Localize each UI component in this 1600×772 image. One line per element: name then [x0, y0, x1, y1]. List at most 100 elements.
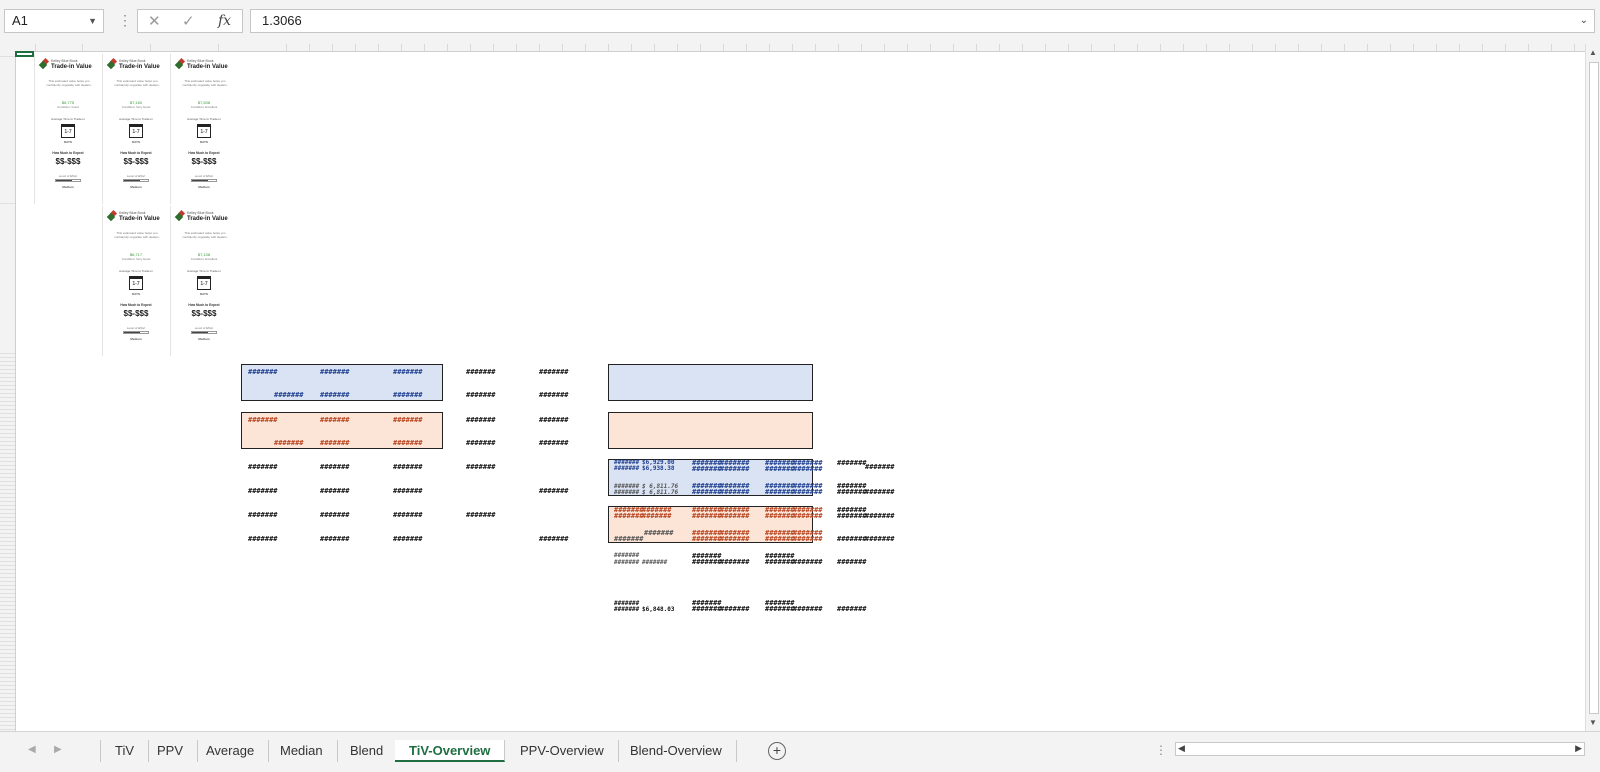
sheet-tab[interactable]: Blend-Overview [616, 740, 737, 762]
card-effort-label: Level of Effort [58, 174, 78, 178]
row-divider [0, 517, 15, 518]
vertical-scrollbar[interactable]: ▲ ▼ [1585, 44, 1600, 731]
cell-value: ####### [393, 368, 423, 376]
column-divider [1068, 44, 1069, 51]
next-sheet-icon[interactable]: ▶ [54, 744, 62, 755]
sheet-tab[interactable]: PPV-Overview [506, 740, 619, 762]
effort-bar [55, 179, 81, 182]
trade-in-card: Kelley Blue Book Trade-in Value This est… [34, 54, 101, 204]
column-divider [654, 44, 655, 51]
row-divider [0, 525, 15, 526]
column-headers[interactable] [0, 44, 1598, 52]
cell-value: ####### [793, 465, 823, 473]
calendar-icon: 1-7 [61, 124, 75, 138]
row-divider [0, 641, 15, 642]
row-divider [0, 473, 15, 474]
cell-value: ####### [539, 535, 569, 543]
formula-input[interactable]: 1.3066 ⌄ [250, 9, 1595, 33]
column-divider [1298, 44, 1299, 51]
horizontal-scrollbar[interactable]: ◀ ▶ [1175, 742, 1585, 756]
card-condition: Condition: Excellent [190, 257, 218, 261]
column-divider [470, 44, 471, 51]
column-divider [1206, 44, 1207, 51]
card-dollars: $$-$$$ [191, 309, 217, 318]
sheet-tab[interactable]: TiV [100, 740, 150, 762]
cell-value: ####### [466, 416, 496, 424]
cell-value: ####### [393, 535, 423, 543]
column-divider [1229, 44, 1230, 51]
card-description: This estimated value helps you confident… [46, 79, 92, 87]
cell-value: ####### [320, 416, 350, 424]
sheet-tab[interactable]: Blend [336, 740, 399, 762]
calendar-icon: 1-7 [197, 124, 211, 138]
add-sheet-icon[interactable]: + [768, 742, 786, 760]
scroll-up-icon[interactable]: ▲ [1589, 48, 1597, 57]
worksheet-grid[interactable]: Kelley Blue Book Trade-in Value This est… [16, 52, 1585, 731]
column-divider [447, 44, 448, 51]
row-divider [0, 409, 15, 410]
row-divider [0, 561, 15, 562]
card-brand: Kelley Blue Book [51, 59, 78, 63]
sheet-tab[interactable]: PPV [143, 740, 199, 762]
column-divider [723, 44, 724, 51]
row-divider [0, 545, 15, 546]
insert-function-icon[interactable]: fx [218, 13, 231, 29]
column-divider [150, 44, 151, 51]
more-options-icon[interactable]: ⋮ [1155, 743, 1167, 757]
card-days: DAYS [199, 140, 209, 144]
effort-bar [123, 331, 149, 334]
row-divider [0, 549, 15, 550]
chevron-down-icon[interactable]: ▼ [88, 10, 97, 32]
row-headers[interactable] [0, 51, 16, 731]
column-divider [424, 44, 425, 51]
card-effort-value: Medium [198, 337, 210, 341]
orange-result-box[interactable] [608, 412, 813, 449]
row-divider [0, 681, 15, 682]
card-how-much: How Much to Expect [120, 303, 152, 307]
row-divider [0, 381, 15, 382]
row-divider [0, 577, 15, 578]
row-divider [0, 513, 15, 514]
cell-value: ####### [692, 605, 722, 613]
row-divider [0, 609, 15, 610]
sheet-tab[interactable]: Median [266, 740, 338, 762]
sheet-tab[interactable]: Average [192, 740, 270, 762]
row-divider [0, 693, 15, 694]
sheet-tab-active[interactable]: TiV-Overview [395, 740, 506, 762]
cell-value: ####### [720, 605, 750, 613]
row-divider [0, 485, 15, 486]
blue-result-box[interactable] [608, 364, 813, 401]
enter-icon[interactable]: ✓ [182, 12, 195, 30]
cell-value: ####### [539, 439, 569, 447]
column-divider [608, 44, 609, 51]
column-divider [539, 44, 540, 51]
card-days: DAYS [131, 292, 141, 296]
card-effort-value: Medium [198, 185, 210, 189]
card-description: This estimated value helps you confident… [114, 231, 160, 239]
row-divider [0, 437, 15, 438]
row-divider [0, 405, 15, 406]
row-divider [0, 581, 15, 582]
row-divider [0, 441, 15, 442]
scroll-left-icon[interactable]: ◀ [1178, 743, 1185, 754]
cell-value: ####### [466, 511, 496, 519]
scroll-down-icon[interactable]: ▼ [1589, 718, 1597, 727]
row-divider [0, 677, 15, 678]
calendar-icon: 1-7 [197, 276, 211, 290]
column-divider [309, 44, 310, 51]
name-box[interactable]: A1 ▼ [4, 9, 104, 33]
card-how-much: How Much to Expect [188, 303, 220, 307]
expand-formula-icon[interactable]: ⌄ [1580, 10, 1588, 32]
cancel-icon[interactable]: ✕ [148, 12, 161, 30]
scroll-thumb[interactable] [1589, 62, 1599, 714]
prev-sheet-icon[interactable]: ◀ [28, 744, 36, 755]
column-divider [953, 44, 954, 51]
cell-value: ####### [248, 487, 278, 495]
column-divider [907, 44, 908, 51]
trade-in-card: Kelley Blue Book Trade-in Value This est… [102, 54, 169, 204]
row-divider [0, 457, 15, 458]
more-options-icon[interactable]: ⋮ [118, 12, 132, 29]
scroll-right-icon[interactable]: ▶ [1575, 743, 1582, 754]
card-condition: Condition: Very Good [121, 257, 151, 261]
row-divider [0, 701, 15, 702]
